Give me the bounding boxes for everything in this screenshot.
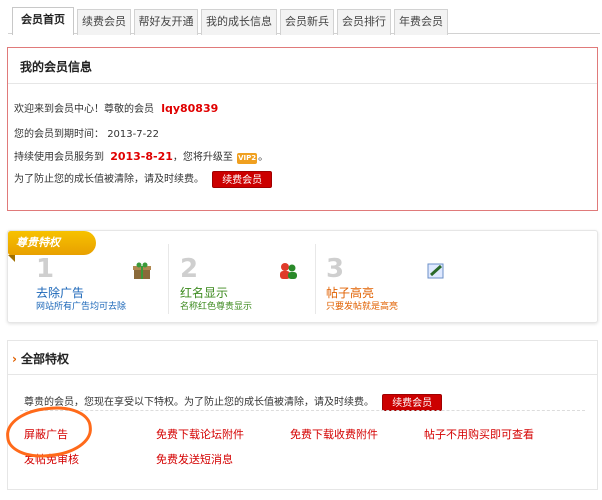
- renew-button[interactable]: 续费会员: [212, 170, 273, 188]
- tab-member-home[interactable]: 会员首页: [12, 7, 74, 35]
- all-features-panel: [7, 340, 598, 490]
- divider: [8, 374, 597, 375]
- all-features-title: › 全部特权: [12, 352, 69, 366]
- feature-post-no-review[interactable]: 发帖免审核: [24, 451, 79, 467]
- vip-badge-icon: VIP2: [237, 153, 258, 164]
- tab-ranking[interactable]: 会员排行: [337, 9, 391, 35]
- gift-box-icon: [133, 262, 151, 279]
- privileges-ribbon: 尊贵特权: [8, 231, 96, 255]
- welcome-line: 欢迎来到会员中心！尊敬的会员 lqy80839: [14, 102, 219, 115]
- privilege-separator: [315, 244, 316, 314]
- renew-line: 为了防止您的成长值被清除，请及时续费。 续费会员: [14, 170, 273, 188]
- tab-annual-member[interactable]: 年费会员: [394, 9, 448, 35]
- tab-help-friend[interactable]: 帮好友开通: [134, 9, 198, 35]
- dashed-divider: [20, 410, 585, 411]
- expire-date: 2013-7-22: [107, 129, 159, 140]
- expire-line: 您的会员到期时间： 2013-7-22: [14, 129, 159, 140]
- privilege-separator: [168, 244, 169, 314]
- renew-button-2[interactable]: 续费会员: [382, 393, 443, 411]
- tab-renew[interactable]: 续费会员: [77, 9, 131, 35]
- ribbon-tail: [8, 255, 15, 262]
- highlighter-icon: [427, 263, 444, 279]
- tab-bar: 会员首页 续费会员 帮好友开通 我的成长信息 会员新兵 会员排行 年费会员: [8, 6, 600, 35]
- feature-block-ads[interactable]: 屏蔽广告: [24, 426, 68, 442]
- all-features-notice-line: 尊贵的会员，您现在享受以下特权。为了防止您的成长值被清除，请及时续费。 续费会员: [24, 393, 443, 411]
- feature-free-forum-attachments[interactable]: 免费下载论坛附件: [156, 426, 244, 442]
- feature-view-posts-free[interactable]: 帖子不用购买即可查看: [424, 426, 534, 442]
- upgrade-line: 持续使用会员服务到 2013-8-21，您将升级至 VIP2。: [14, 150, 269, 164]
- tab-new-members[interactable]: 会员新兵: [280, 9, 334, 35]
- member-info-title: 我的会员信息: [8, 48, 597, 84]
- feature-free-paid-attachments[interactable]: 免费下载收费附件: [290, 426, 378, 442]
- username: lqy80839: [161, 102, 219, 115]
- feature-free-messages[interactable]: 免费发送短消息: [156, 451, 233, 467]
- tab-growth-info[interactable]: 我的成长信息: [201, 9, 277, 35]
- users-icon: [280, 263, 297, 279]
- continue-date: 2013-8-21: [110, 150, 173, 163]
- chevron-right-icon: ›: [12, 352, 17, 366]
